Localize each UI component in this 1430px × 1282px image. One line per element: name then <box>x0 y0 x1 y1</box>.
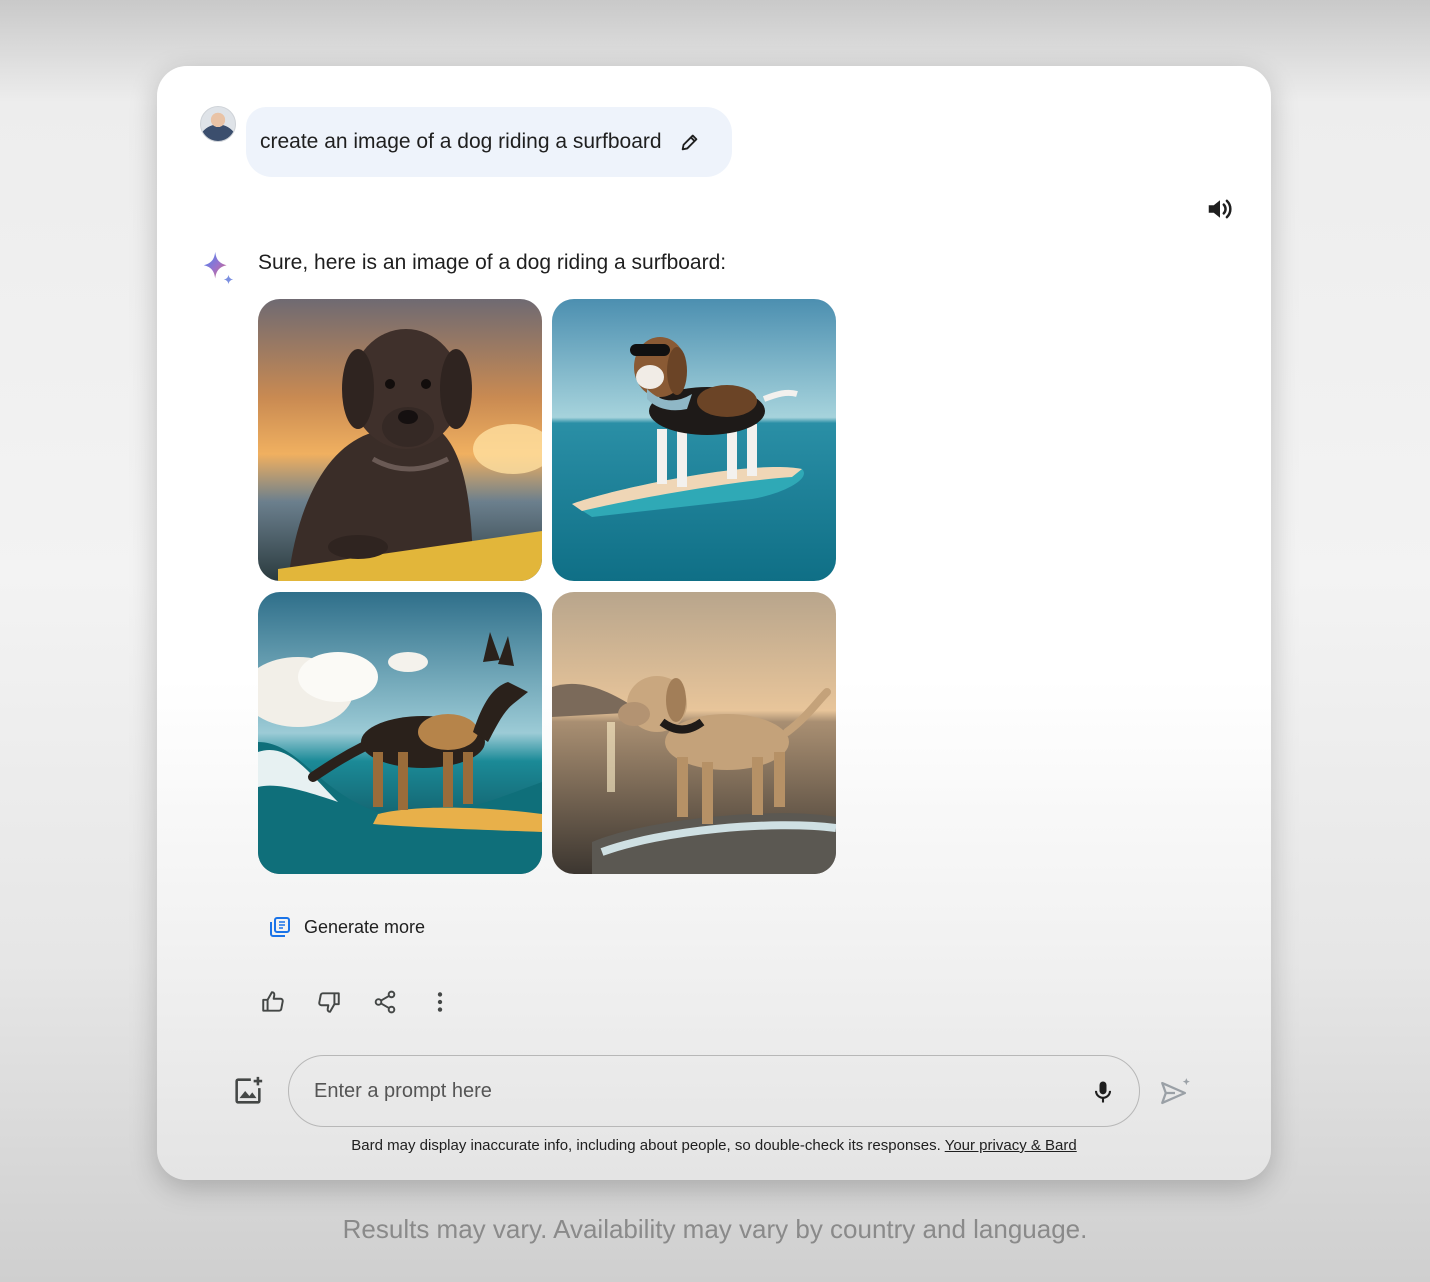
thumbs-up-icon <box>262 991 284 1012</box>
chat-card: create an image of a dog riding a surfbo… <box>157 66 1271 1180</box>
thumbs-up-button[interactable] <box>257 986 289 1018</box>
generate-more-label: Generate more <box>304 916 426 937</box>
generate-more-button[interactable]: Generate more <box>268 912 425 942</box>
prompt-input[interactable] <box>314 1079 1074 1103</box>
share-button[interactable] <box>369 986 401 1018</box>
disclaimer: Bard may display inaccurate info, includ… <box>157 1137 1271 1154</box>
more-vert-icon <box>437 992 443 1012</box>
mic-icon[interactable] <box>1089 1078 1117 1106</box>
image-dog-retriever-golden-hour[interactable] <box>552 592 836 874</box>
add-image-icon[interactable] <box>231 1074 265 1108</box>
disclaimer-text: Bard may display inaccurate info, includ… <box>351 1137 941 1154</box>
image-dog-german-shepherd-wave[interactable] <box>258 592 542 874</box>
generate-more-icon <box>270 917 290 937</box>
privacy-link[interactable]: Your privacy & Bard <box>945 1137 1077 1154</box>
user-avatar <box>200 106 236 142</box>
footer-caption: Results may vary. Availability may vary … <box>342 1214 1088 1244</box>
user-message-text: create an image of a dog riding a surfbo… <box>260 130 662 153</box>
bard-sparkle-icon <box>203 251 234 285</box>
user-message-bubble: create an image of a dog riding a surfbo… <box>246 107 732 177</box>
image-dog-labrador-sunset[interactable] <box>258 299 542 581</box>
thumbs-down-button[interactable] <box>313 986 345 1018</box>
generated-image-grid <box>258 299 836 876</box>
more-options-button[interactable] <box>424 986 456 1018</box>
speaker-icon[interactable] <box>1205 194 1235 224</box>
share-icon <box>374 990 396 1014</box>
thumbs-down-icon <box>318 992 340 1013</box>
assistant-response-text: Sure, here is an image of a dog riding a… <box>258 251 727 274</box>
pencil-icon[interactable] <box>679 131 701 153</box>
image-dog-beagle-sunglasses[interactable] <box>552 299 836 581</box>
prompt-box <box>288 1055 1140 1127</box>
send-icon[interactable] <box>1158 1076 1192 1110</box>
